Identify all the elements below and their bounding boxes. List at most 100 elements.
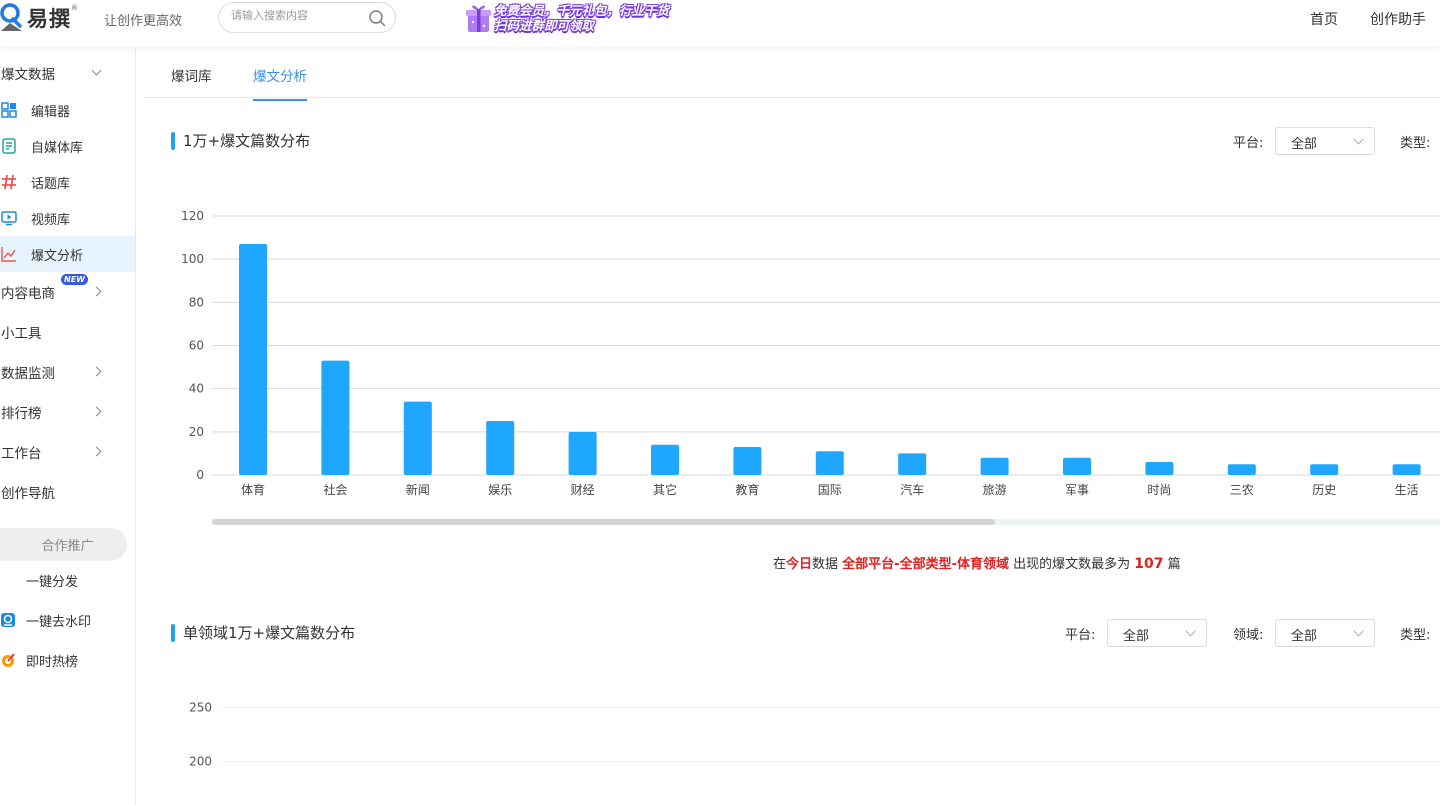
tool-label: 一键分发 [26, 574, 79, 590]
x-tick-label: 军事 [1065, 483, 1089, 497]
search-icon[interactable] [368, 9, 386, 27]
x-tick-label: 历史 [1312, 483, 1336, 497]
bar [568, 431, 597, 475]
chevron-right-icon [91, 446, 102, 457]
summary-part: 在 [773, 557, 787, 572]
bar [1145, 462, 1174, 475]
platform-select[interactable]: 全部 [1107, 619, 1207, 647]
logo-icon [0, 3, 22, 31]
tab-hot-words[interactable]: 爆词库 [171, 65, 212, 99]
watermark-icon [1, 613, 15, 627]
sidebar-item-label: 编辑器 [31, 104, 71, 120]
top-header: 易撰 ® 让创作更高效 免费会员，千元礼包，行业干货 扫码进群即可领取 首页 创… [0, 0, 1440, 47]
sidebar-item-video-library[interactable]: 视频库 [0, 200, 135, 236]
sidebar-group-hot-data[interactable]: 爆文数据 [0, 55, 135, 91]
bar [980, 457, 1009, 475]
logo-text: 易撰 [27, 7, 71, 31]
gift-icon [466, 5, 491, 32]
y-tick-label: 200 [189, 755, 212, 769]
y-tick-label: 250 [189, 701, 212, 715]
bar [486, 421, 515, 475]
chevron-down-icon [1185, 626, 1196, 637]
y-tick-label: 100 [181, 252, 204, 266]
tool-remove-watermark[interactable]: 一键去水印 [0, 605, 135, 635]
y-tick-label: 120 [181, 209, 204, 223]
sidebar-item-hot-analysis[interactable]: 爆文分析 [0, 236, 135, 272]
sidebar-group-data-monitor[interactable]: 数据监测 [0, 354, 135, 390]
bar [651, 444, 679, 475]
x-tick-label: 体育 [241, 482, 265, 497]
tool-instant-hot-list[interactable]: 即时热榜 [0, 645, 135, 675]
platform-label: 平台: [1233, 136, 1264, 151]
tool-label: 即时热榜 [26, 654, 79, 670]
sidebar-item-editor[interactable]: 编辑器 [0, 92, 135, 128]
title-accent-bar [171, 623, 175, 642]
bar [1392, 464, 1421, 475]
fire-icon [2, 653, 15, 667]
type-label: 类型: [1400, 136, 1431, 151]
y-tick-label: 40 [189, 382, 204, 396]
platform-select-value: 全部 [1123, 629, 1150, 644]
bar [815, 451, 844, 475]
promo-text: 免费会员，千元礼包，行业干货 扫码进群即可领取 [494, 3, 669, 33]
sidebar-group-tools[interactable]: 小工具 [0, 314, 135, 350]
section-title-10k-distribution: 1万+爆文篇数分布 [171, 130, 310, 151]
nav-creation-assistant[interactable]: 创作助手 [1370, 9, 1426, 29]
summary-text: 在今日数据 全部平台-全部类型-体育领域 出现的爆文数最多为 107 篇 [773, 553, 1181, 572]
bar-chart-10k-distribution: 0 20 40 60 80 100 120 体育 社会 新闻 娱乐 财经 其它 教育 国际 汽车 旅游 军事 时尚 三… [181, 209, 1440, 525]
sidebar-group-label: 数据监测 [1, 366, 55, 382]
sidebar-group-workbench[interactable]: 工作台 [0, 434, 135, 470]
sidebar-item-label: 话题库 [31, 176, 71, 192]
sidebar-group-content-ecommerce[interactable]: 内容电商 NEW [0, 274, 135, 310]
y-tick-label: 80 [189, 295, 204, 309]
field-select[interactable]: 全部 [1275, 619, 1375, 647]
search-input[interactable] [231, 9, 371, 22]
sidebar-group-creation-nav[interactable]: 创作导航 [0, 474, 135, 510]
search-box[interactable] [218, 2, 396, 33]
title-accent-bar [171, 131, 175, 150]
sidebar-item-media-library[interactable]: 自媒体库 [0, 128, 135, 164]
tool-label: 一键去水印 [26, 614, 92, 630]
sidebar-group-label: 内容电商 [1, 286, 55, 302]
x-tick-label: 新闻 [406, 482, 430, 497]
tab-hot-analysis[interactable]: 爆文分析 [253, 65, 307, 101]
chevron-down-icon [1353, 134, 1364, 145]
sidebar-group-label: 工作台 [1, 446, 42, 462]
logo[interactable]: 易撰 ® [0, 2, 78, 34]
y-tick-label: 20 [189, 425, 204, 439]
summary-scope: 全部平台-全部类型-体育领域 [842, 557, 1009, 572]
sidebar-item-topic-library[interactable]: 话题库 [0, 164, 135, 200]
sidebar-group-label: 小工具 [1, 326, 42, 342]
x-tick-label: 娱乐 [488, 483, 512, 497]
section-title-text: 1万+爆文篇数分布 [183, 132, 311, 150]
promo-banner[interactable]: 免费会员，千元礼包，行业干货 扫码进群即可领取 [465, 1, 693, 34]
x-tick-label: 旅游 [983, 483, 1007, 497]
sidebar-group-label: 爆文数据 [1, 67, 55, 83]
x-tick-label: 三农 [1230, 483, 1254, 497]
nav-home[interactable]: 首页 [1310, 9, 1338, 29]
chart-scroll-thumb[interactable] [212, 519, 995, 525]
x-tick-label: 社会 [323, 482, 347, 497]
x-tick-label: 财经 [571, 483, 595, 497]
bar [403, 401, 432, 475]
section-title-text: 单领域1万+爆文篇数分布 [183, 624, 356, 642]
summary-part: 篇 [1163, 557, 1181, 572]
x-tick-label: 教育 [735, 482, 759, 497]
bar [321, 360, 350, 475]
x-tick-label: 生活 [1395, 483, 1419, 497]
line-chart-icon [1, 247, 16, 262]
y-tick-label: 60 [189, 339, 204, 353]
video-icon [1, 211, 17, 226]
x-tick-label: 时尚 [1147, 483, 1171, 497]
document-icon [2, 138, 16, 154]
bar [1227, 464, 1256, 475]
field-label: 领域: [1233, 628, 1264, 643]
platform-select[interactable]: 全部 [1275, 127, 1375, 155]
platform-label: 平台: [1065, 628, 1096, 643]
sidebar-group-rankings[interactable]: 排行榜 [0, 394, 135, 430]
sidebar-item-label: 爆文分析 [31, 248, 84, 264]
hashtag-icon [2, 174, 16, 190]
section-title-single-field-distribution: 单领域1万+爆文篇数分布 [171, 622, 355, 643]
tool-one-click-distribute[interactable]: 一键分发 [0, 565, 135, 595]
y-tick-label: 0 [196, 468, 204, 482]
